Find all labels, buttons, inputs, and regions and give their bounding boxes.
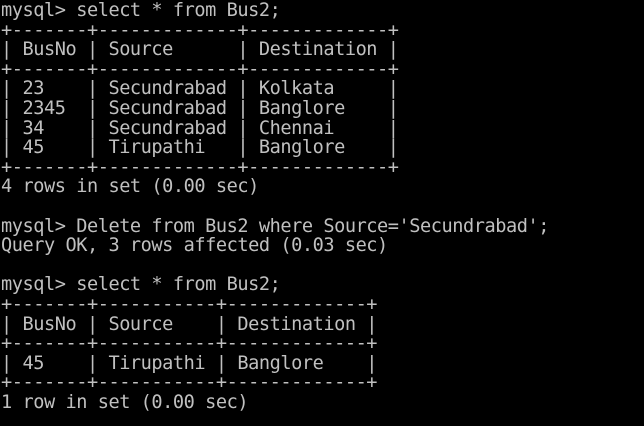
table-border-header: +-------+-----------+-------------+: [1, 333, 378, 355]
table-border-header: +-------+-------------+-------------+: [1, 58, 399, 80]
table-header-row: | BusNo | Source | Destination |: [1, 313, 378, 335]
table-header-row: | BusNo | Source | Destination |: [1, 39, 399, 61]
result-summary-1: 4 rows in set (0.00 sec): [1, 176, 259, 198]
table-row: | 45 | Tirupathi | Banglore |: [1, 137, 399, 159]
table-border-bottom: +-------+-----------+-------------+: [1, 372, 378, 394]
command-select-2: mysql> select * from Bus2;: [1, 274, 281, 296]
table-border-bottom: +-------+-------------+-------------+: [1, 156, 399, 178]
table-row: | 23 | Secundrabad | Kolkata |: [1, 78, 399, 100]
command-select-1: mysql> select * from Bus2;: [1, 0, 281, 21]
table-row: | 34 | Secundrabad | Chennai |: [1, 117, 399, 139]
command-delete: mysql> Delete from Bus2 where Source='Se…: [1, 215, 549, 237]
table-row: | 45 | Tirupathi | Banglore |: [1, 352, 378, 374]
delete-result: Query OK, 3 rows affected (0.03 sec): [1, 235, 388, 257]
mysql-console[interactable]: mysql> select * from Bus2; +-------+----…: [0, 0, 644, 426]
table-border-top: +-------+-------------+-------------+: [1, 19, 399, 41]
table-border-top: +-------+-----------+-------------+: [1, 293, 378, 315]
table-row: | 2345 | Secundrabad | Banglore |: [1, 97, 399, 119]
result-summary-2: 1 row in set (0.00 sec): [1, 391, 249, 413]
